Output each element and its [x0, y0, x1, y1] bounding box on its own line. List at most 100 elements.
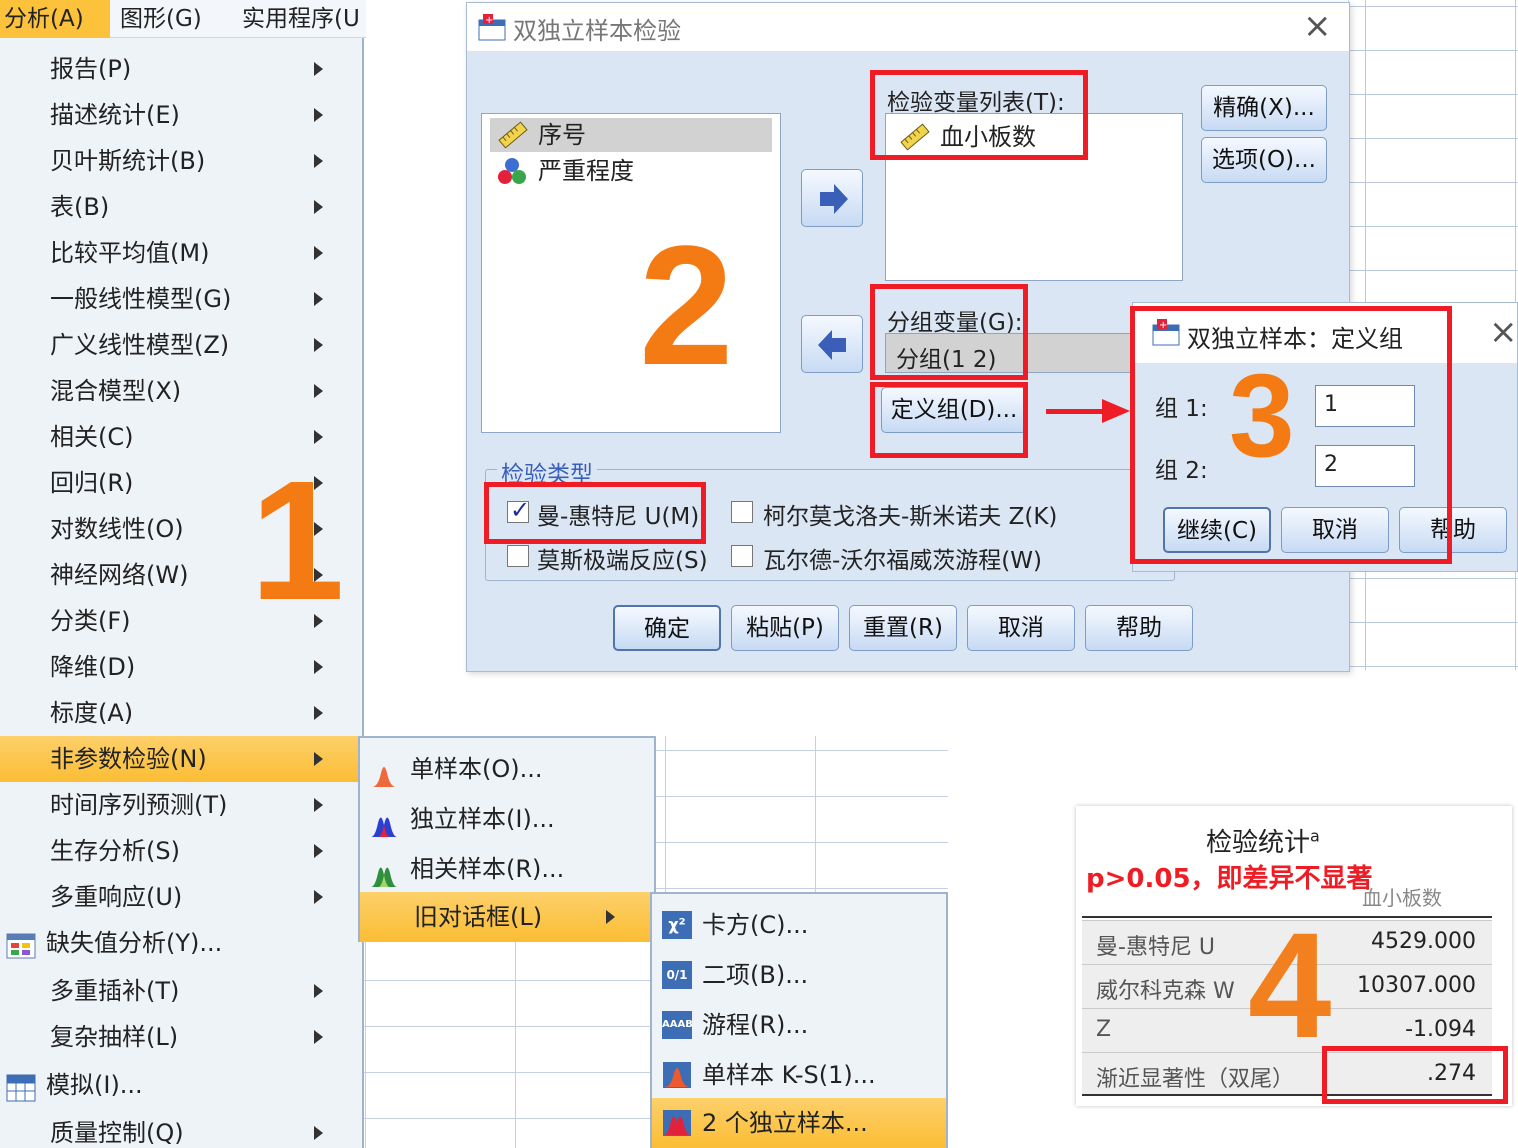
- binomial-icon: 0/1: [662, 961, 692, 989]
- menu-item-dimension-reduction[interactable]: 降维(D): [0, 644, 362, 690]
- nonparametric-submenu: 单样本(O)... 独立样本(I)... 相关样本(R)... 旧对话框(L): [358, 736, 656, 942]
- options-button[interactable]: 选项(O)...: [1201, 137, 1327, 183]
- submenu-arrow-icon: [314, 798, 323, 812]
- close-icon[interactable]: ×: [1489, 315, 1518, 349]
- submenu-arrow-icon: [314, 660, 323, 674]
- submenu-item-chi-square[interactable]: χ² 卡方(C)...: [652, 900, 946, 950]
- move-right-button[interactable]: [801, 169, 863, 227]
- menu-item-label: 表(B): [50, 193, 110, 221]
- submenu-item-label: 二项(B)...: [702, 961, 809, 989]
- menu-item-reports[interactable]: 报告(P): [0, 46, 362, 92]
- dialog-title: 双独立样本检验: [513, 17, 681, 45]
- two-independent-icon: [662, 1109, 692, 1137]
- submenu-arrow-icon: [314, 62, 323, 76]
- menu-item-quality-control[interactable]: 质量控制(Q): [0, 1110, 362, 1148]
- paste-button[interactable]: 粘贴(P): [731, 605, 839, 651]
- move-left-button[interactable]: [801, 315, 863, 373]
- close-icon[interactable]: ×: [1303, 9, 1332, 43]
- menu-analyze[interactable]: 分析(A): [0, 0, 110, 38]
- source-variable-list[interactable]: 序号 严重程度: [481, 113, 781, 433]
- submenu-item-independent-samples[interactable]: 独立样本(I)...: [360, 794, 654, 844]
- menu-item-generalized-lm[interactable]: 广义线性模型(Z): [0, 322, 362, 368]
- menu-graphs[interactable]: 图形(G): [120, 0, 230, 38]
- arrow-left-icon: [818, 330, 846, 360]
- variable-label: 序号: [538, 121, 586, 149]
- table-title: 检验统计a: [1206, 826, 1320, 858]
- menu-item-label: 相关(C): [50, 423, 134, 451]
- related-samples-icon: [370, 856, 398, 887]
- menu-item-mixed-models[interactable]: 混合模型(X): [0, 368, 362, 414]
- variable-item[interactable]: 序号: [490, 118, 772, 152]
- menu-item-label: 比较平均值(M): [50, 239, 210, 267]
- submenu-arrow-icon: [314, 246, 323, 260]
- cancel-button[interactable]: 取消: [967, 605, 1075, 651]
- menu-item-forecasting[interactable]: 时间序列预测(T): [0, 782, 362, 828]
- moses-label: 莫斯极端反应(S): [537, 548, 708, 574]
- simulation-icon: [6, 1071, 36, 1102]
- submenu-item-label: 单样本 K-S(1)...: [702, 1061, 876, 1089]
- highlight-mann-whitney: [484, 482, 706, 544]
- arrow-right-icon: [820, 184, 848, 214]
- submenu-item-binomial[interactable]: 0/1 二项(B)...: [652, 950, 946, 1000]
- svg-text:+: +: [485, 15, 493, 26]
- ks-z-checkbox[interactable]: [731, 501, 753, 523]
- submenu-item-one-sample[interactable]: 单样本(O)...: [360, 744, 654, 794]
- menu-item-multiple-response[interactable]: 多重响应(U): [0, 874, 362, 920]
- menu-item-label: 模拟(I)...: [46, 1071, 143, 1099]
- significance-note: p>0.05，即差异不显著: [1086, 864, 1373, 894]
- one-sample-icon: [370, 756, 398, 787]
- menu-utilities[interactable]: 实用程序(U: [242, 0, 366, 38]
- menu-item-bayesian[interactable]: 贝叶斯统计(B): [0, 138, 362, 184]
- menu-item-label: 标度(A): [50, 699, 134, 727]
- ks-z-label: 柯尔莫戈洛夫-斯米诺夫 Z(K): [763, 504, 1058, 530]
- menu-item-survival[interactable]: 生存分析(S): [0, 828, 362, 874]
- submenu-item-runs[interactable]: AAAB 游程(R)...: [652, 1000, 946, 1050]
- submenu-item-related-samples[interactable]: 相关样本(R)...: [360, 844, 654, 894]
- help-button[interactable]: 帮助: [1085, 605, 1193, 651]
- menu-item-compare-means[interactable]: 比较平均值(M): [0, 230, 362, 276]
- exact-button[interactable]: 精确(X)...: [1201, 85, 1327, 131]
- menu-item-label: 混合模型(X): [50, 377, 182, 405]
- submenu-arrow-icon: [314, 984, 323, 998]
- submenu-item-label: 旧对话框(L): [414, 903, 543, 931]
- variable-item[interactable]: 严重程度: [490, 154, 772, 188]
- submenu-arrow-icon: [314, 384, 323, 398]
- menu-item-label: 缺失值分析(Y)...: [46, 929, 223, 957]
- menu-item-label: 神经网络(W): [50, 561, 189, 589]
- submenu-arrow-icon: [314, 890, 323, 904]
- submenu-arrow-icon: [314, 292, 323, 306]
- wald-wolfowitz-checkbox[interactable]: [731, 545, 753, 567]
- menu-item-scale[interactable]: 标度(A): [0, 690, 362, 736]
- missing-value-icon: [6, 929, 36, 959]
- moses-checkbox[interactable]: [507, 545, 529, 567]
- reset-button[interactable]: 重置(R): [849, 605, 957, 651]
- highlight-p-value: [1322, 1046, 1508, 1104]
- submenu-item-ks-one-sample[interactable]: 单样本 K-S(1)...: [652, 1050, 946, 1100]
- submenu-arrow-icon: [314, 1126, 323, 1140]
- menubar: 分析(A) 图形(G) 实用程序(U: [0, 0, 366, 38]
- menu-item-nonparametric[interactable]: 非参数检验(N): [0, 736, 362, 782]
- menu-item-missing-value[interactable]: 缺失值分析(Y)...: [0, 920, 362, 966]
- submenu-item-two-independent[interactable]: 2 个独立样本...: [652, 1098, 946, 1148]
- menu-item-glm[interactable]: 一般线性模型(G): [0, 276, 362, 322]
- menu-item-descriptives[interactable]: 描述统计(E): [0, 92, 362, 138]
- highlight-define-groups: [870, 382, 1028, 458]
- submenu-item-label: 游程(R)...: [702, 1011, 809, 1039]
- column-header: 血小板数: [1362, 886, 1442, 910]
- submenu-arrow-icon: [314, 1030, 323, 1044]
- menu-item-multiple-imputation[interactable]: 多重插补(T): [0, 968, 362, 1014]
- menu-item-label: 贝叶斯统计(B): [50, 147, 206, 175]
- menu-item-label: 分类(F): [50, 607, 131, 635]
- submenu-arrow-icon: [314, 752, 323, 766]
- chi-square-icon: χ²: [662, 911, 692, 939]
- menu-item-tables[interactable]: 表(B): [0, 184, 362, 230]
- submenu-arrow-icon: [314, 706, 323, 720]
- ok-button[interactable]: 确定: [613, 605, 721, 651]
- menu-item-label: 降维(D): [50, 653, 136, 681]
- menu-item-label: 一般线性模型(G): [50, 285, 232, 313]
- menu-item-complex-samples[interactable]: 复杂抽样(L): [0, 1014, 362, 1060]
- submenu-item-legacy-dialogs[interactable]: 旧对话框(L): [360, 892, 654, 942]
- submenu-arrow-icon: [314, 200, 323, 214]
- annotation-arrow-line: [1046, 409, 1108, 414]
- menu-item-simulation[interactable]: 模拟(I)...: [0, 1062, 362, 1108]
